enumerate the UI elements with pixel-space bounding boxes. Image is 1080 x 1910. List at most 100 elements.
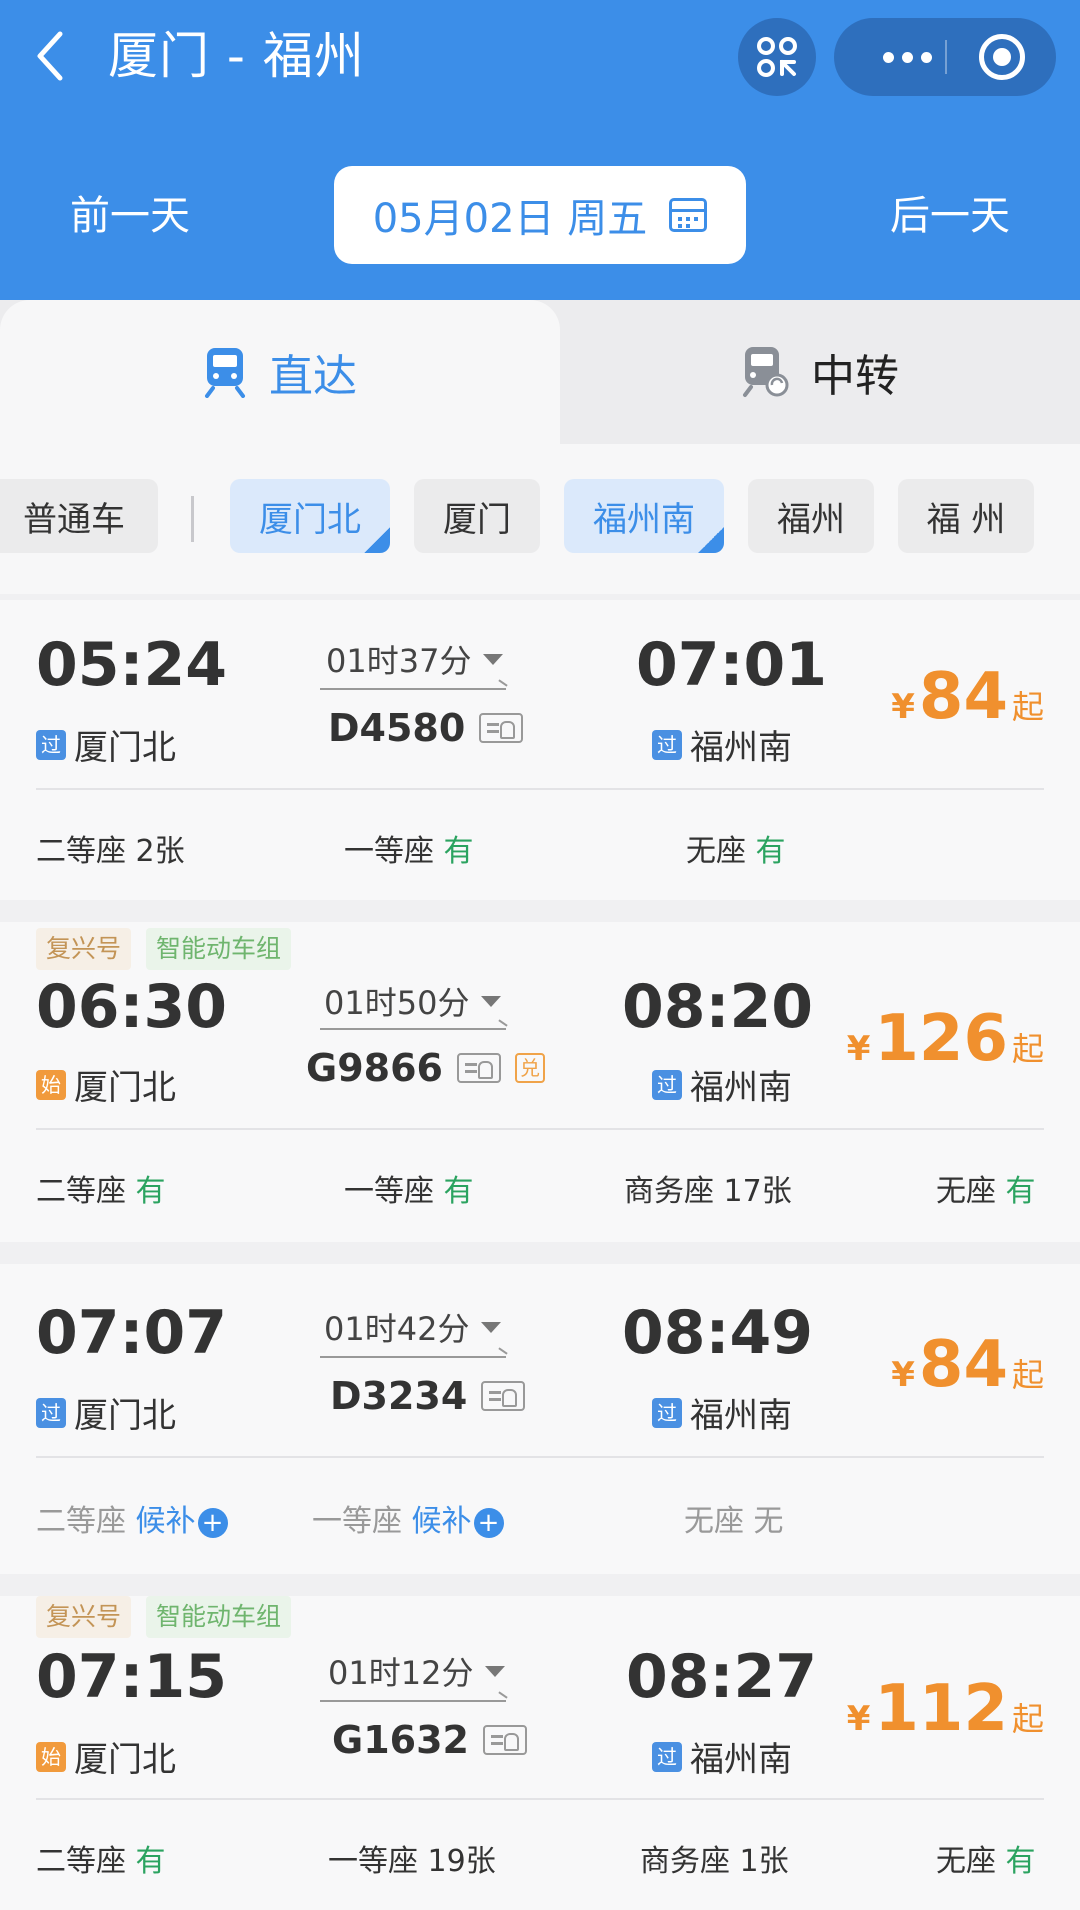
pass-badge: 过 xyxy=(36,729,66,760)
seat-status: 有 xyxy=(1005,1844,1036,1879)
filter-chip-regular-train[interactable]: 普通车 xyxy=(0,479,158,553)
add-waitlist-icon[interactable]: + xyxy=(197,1507,228,1538)
seat-class-first[interactable]: 一等座 候补 + xyxy=(312,1496,504,1540)
price-value: 126 xyxy=(874,1002,1008,1076)
id-card-icon xyxy=(481,1381,526,1411)
train-number: D3234 xyxy=(330,1374,526,1418)
duration-line xyxy=(320,1700,506,1702)
arrival-time: 07:01 xyxy=(636,630,827,700)
train-number: G9866 兑 xyxy=(306,1046,545,1090)
seat-class-second[interactable]: 二等座 候补 + xyxy=(36,1496,228,1540)
seat-name: 二等座 xyxy=(36,834,126,869)
seat-class-standing: 无座 无 xyxy=(684,1496,784,1540)
seat-status: 有 xyxy=(755,834,786,869)
currency-symbol: ¥ xyxy=(891,1355,915,1395)
arrival-time: 08:49 xyxy=(622,1298,813,1368)
pass-badge: 过 xyxy=(652,729,682,760)
departure-station-name: 厦门北 xyxy=(74,728,176,768)
departure-station-name: 厦门北 xyxy=(74,1740,176,1780)
tab-direct[interactable]: 直达 xyxy=(0,300,560,444)
seat-name: 一等座 xyxy=(344,834,434,869)
card-divider xyxy=(36,1798,1044,1800)
caret-down-icon xyxy=(483,653,504,665)
departure-station-name: 厦门北 xyxy=(74,1068,176,1108)
price-value: 112 xyxy=(874,1672,1008,1746)
seat-name: 一等座 xyxy=(344,1174,434,1209)
tab-transfer[interactable]: 中转 xyxy=(560,300,1080,444)
prev-day-button[interactable]: 前一天 xyxy=(70,186,190,246)
duration[interactable]: 01时42分 xyxy=(324,1304,502,1350)
next-day-button[interactable]: 后一天 xyxy=(890,186,1010,246)
start-badge: 始 xyxy=(36,1741,66,1772)
price-suffix: 起 xyxy=(1011,1030,1044,1068)
id-card-icon xyxy=(482,1725,527,1755)
currency-symbol: ¥ xyxy=(891,687,915,727)
seat-class-business: 商务座 1张 xyxy=(640,1836,789,1880)
seat-status: 无 xyxy=(753,1504,784,1539)
station-filter-bar: 普通车 厦门北 厦门 福州南 福州 福 州 xyxy=(0,444,1080,594)
departure-station: 过 厦门北 xyxy=(36,1388,176,1437)
seat-class-first: 一等座 有 xyxy=(344,826,474,870)
departure-station-name: 厦门北 xyxy=(74,1396,176,1436)
duration[interactable]: 01时37分 xyxy=(326,636,504,682)
tab-direct-label: 直达 xyxy=(269,351,357,402)
route-title: 厦门 - 福州 xyxy=(108,27,365,85)
date-picker[interactable]: 05月02日 周五 xyxy=(334,166,746,264)
seat-status: 19张 xyxy=(427,1844,496,1879)
price-suffix: 起 xyxy=(1011,688,1044,726)
duration[interactable]: 01时50分 xyxy=(324,978,502,1024)
train-card[interactable]: 复兴号 智能动车组 07:15 始 厦门北 01时12分 G1632 08:27… xyxy=(0,1596,1080,1910)
seat-class-business: 商务座 17张 xyxy=(624,1166,792,1210)
price-suffix: 起 xyxy=(1011,1700,1044,1738)
top-bar: 厦门 - 福州 xyxy=(0,0,1080,118)
pass-badge: 过 xyxy=(652,1741,682,1772)
date-label: 05月02日 周五 xyxy=(372,196,648,242)
train-number-text: G9866 xyxy=(306,1046,443,1090)
arrival-station-name: 福州南 xyxy=(690,728,792,768)
tab-transfer-label: 中转 xyxy=(811,351,899,402)
filter-chip-fuzhou[interactable]: 福州 xyxy=(748,479,874,553)
departure-time: 06:30 xyxy=(36,972,227,1042)
filter-chip-fuzhou-south[interactable]: 福州南 xyxy=(564,479,724,553)
departure-time: 07:15 xyxy=(36,1642,227,1712)
back-button[interactable] xyxy=(30,28,80,88)
pass-badge: 过 xyxy=(652,1397,682,1428)
train-card[interactable]: 05:24 过 厦门北 01时37分 D4580 07:01 过 福州南 ¥84… xyxy=(0,600,1080,900)
seat-name: 二等座 xyxy=(36,1504,126,1539)
arrival-time: 08:20 xyxy=(622,972,813,1042)
scan-button[interactable] xyxy=(738,18,816,96)
seat-name: 一等座 xyxy=(312,1504,402,1539)
currency-symbol: ¥ xyxy=(846,1699,871,1739)
train-card[interactable]: 07:07 过 厦门北 01时42分 D3234 08:49 过 福州南 ¥84… xyxy=(0,1264,1080,1574)
add-waitlist-icon[interactable]: + xyxy=(473,1507,504,1538)
seat-class-standing: 无座 有 xyxy=(936,1166,1036,1210)
seat-class-second: 二等座 有 xyxy=(36,1836,166,1880)
waitlist-link[interactable]: 候补 xyxy=(412,1504,472,1539)
seat-name: 无座 xyxy=(686,834,746,869)
close-miniprogram-button[interactable] xyxy=(979,34,1025,80)
filter-chip-xiamen-north[interactable]: 厦门北 xyxy=(230,479,390,553)
chevron-left-icon xyxy=(37,31,63,81)
arrival-station: 过 福州南 xyxy=(652,1732,792,1781)
arrival-time: 08:27 xyxy=(626,1642,817,1712)
scan-code-icon xyxy=(757,37,797,77)
train-card[interactable]: 复兴号 智能动车组 06:30 始 厦门北 01时50分 G9866 兑 08:2… xyxy=(0,922,1080,1242)
price: ¥84 起 xyxy=(891,1328,1044,1402)
caret-down-icon xyxy=(481,995,502,1007)
seat-class-standing: 无座 有 xyxy=(686,826,786,870)
seat-status: 2张 xyxy=(135,834,185,869)
seat-class-standing: 无座 有 xyxy=(936,1836,1036,1880)
filter-chip-xiamen[interactable]: 厦门 xyxy=(414,479,540,553)
more-button[interactable] xyxy=(864,18,950,96)
train-number-text: D4580 xyxy=(328,706,466,750)
seat-class-first: 一等座 19张 xyxy=(328,1836,496,1880)
waitlist-link[interactable]: 候补 xyxy=(136,1504,196,1539)
duration[interactable]: 01时12分 xyxy=(328,1648,506,1694)
seat-name: 商务座 xyxy=(624,1174,714,1209)
departure-station: 始 厦门北 xyxy=(36,1060,176,1109)
calendar-icon xyxy=(669,198,708,232)
filter-chip-fuzhou-2[interactable]: 福 州 xyxy=(898,479,1034,553)
seat-class-first: 一等座 有 xyxy=(344,1166,474,1210)
arrival-station-name: 福州南 xyxy=(690,1396,792,1436)
duration-line xyxy=(320,1356,506,1358)
